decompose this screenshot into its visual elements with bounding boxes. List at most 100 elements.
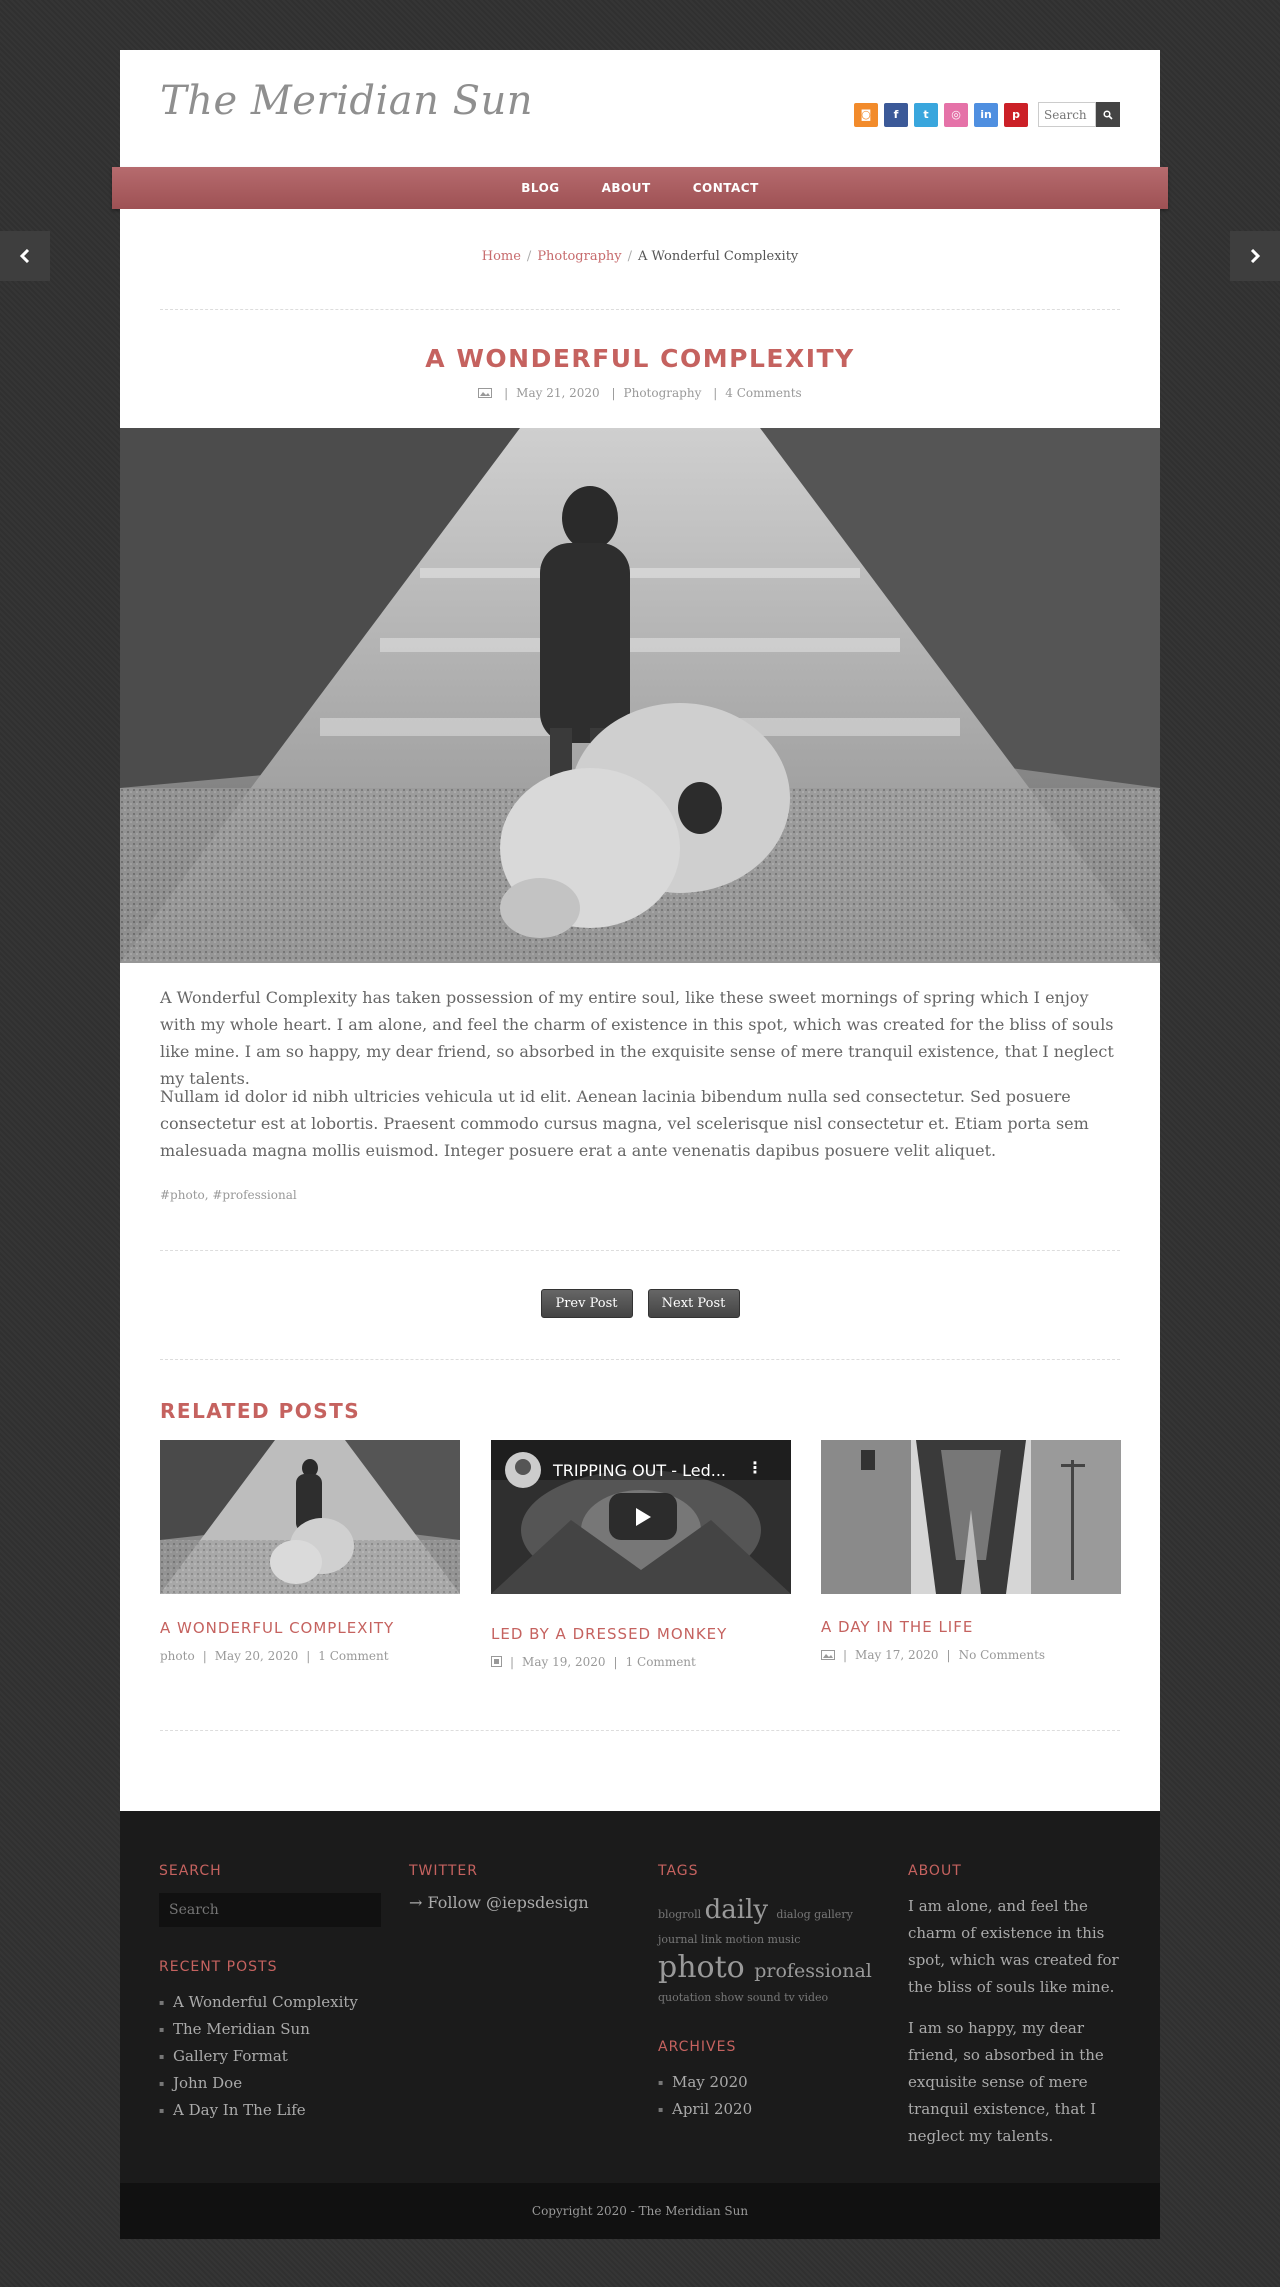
related-post-card: TRIPPING OUT - Led... ⋮ LED BY A DRESSED… [491, 1440, 791, 1669]
play-icon [636, 1507, 651, 1526]
twitter-icon[interactable]: t [914, 102, 938, 127]
related-post-title[interactable]: A WONDERFUL COMPLEXITY [160, 1619, 460, 1637]
divider [160, 1730, 1120, 1731]
breadcrumb-home[interactable]: Home [482, 249, 521, 264]
tag-link[interactable]: show [715, 1991, 747, 2004]
recent-post-link[interactable]: A Day In The Life [159, 2097, 381, 2124]
post-paragraph-1: A Wonderful Complexity has taken possess… [160, 988, 1114, 1088]
prev-post-button[interactable]: Prev Post [540, 1289, 633, 1318]
tag-link[interactable]: daily [705, 1895, 777, 1925]
twitter-follow-link[interactable]: → Follow @iepsdesign [409, 1893, 589, 1912]
tag-link[interactable]: professional [754, 1960, 872, 1982]
more-options-icon[interactable]: ⋮ [747, 1458, 763, 1477]
footer-col-tags: TAGS blogroll daily dialog gallery journ… [658, 1863, 880, 2123]
tag-link[interactable]: sound [747, 1991, 784, 2004]
tag-link[interactable]: gallery [814, 1908, 853, 1921]
footer-col-search: SEARCH RECENT POSTS A Wonderful Complexi… [159, 1863, 381, 2124]
breadcrumb-category[interactable]: Photography [537, 249, 621, 264]
related-post-comments[interactable]: 1 Comment [318, 1649, 388, 1663]
tag-link[interactable]: blogroll [658, 1908, 705, 1921]
search-icon [1103, 109, 1113, 120]
recent-post-link[interactable]: A Wonderful Complexity [159, 1989, 381, 2016]
about-paragraph-2: I am so happy, my dear friend, so absorb… [908, 2019, 1104, 2145]
post-comments[interactable]: 4 Comments [725, 386, 801, 400]
nav-contact[interactable]: CONTACT [693, 181, 759, 195]
breadcrumb-current: A Wonderful Complexity [638, 249, 799, 264]
video-format-icon [491, 1656, 502, 1667]
breadcrumb: Home / Photography / A Wonderful Complexity [481, 249, 799, 264]
prev-slide-arrow[interactable] [0, 231, 50, 281]
divider [160, 309, 1120, 310]
social-icons: ◙ f t ◎ in p [854, 102, 1120, 127]
play-button[interactable] [609, 1493, 677, 1540]
archive-link[interactable]: April 2020 [658, 2096, 880, 2123]
related-post-meta: photo | May 20, 2020 | 1 Comment [160, 1649, 389, 1663]
main-content: Home / Photography / A Wonderful Complexity … [120, 209, 1160, 1811]
chevron-right-icon [1250, 249, 1261, 263]
header-search [1038, 102, 1120, 127]
related-post-format: photo [160, 1649, 195, 1663]
related-post-title[interactable]: LED BY A DRESSED MONKEY [491, 1625, 791, 1643]
tags-heading: TAGS [658, 1863, 699, 1879]
facebook-icon[interactable]: f [884, 102, 908, 127]
dribbble-icon[interactable]: ◎ [944, 102, 968, 127]
main-nav: BLOG ABOUT CONTACT [112, 167, 1168, 209]
related-post-card: A WONDERFUL COMPLEXITY photo | May 20, 202… [160, 1440, 460, 1663]
related-post-thumbnail[interactable] [821, 1440, 1121, 1594]
post-meta: | May 21, 2020 | Photography | 4 Comments [120, 386, 1160, 400]
video-title: TRIPPING OUT - Led... [553, 1461, 726, 1480]
post-tags[interactable]: #photo, #professional [160, 1188, 297, 1202]
recent-posts-list: A Wonderful Complexity The Meridian Sun … [159, 1989, 381, 2124]
related-post-title[interactable]: A DAY IN THE LIFE [821, 1618, 1121, 1636]
linkedin-icon[interactable]: in [974, 102, 998, 127]
tag-link[interactable]: journal [658, 1933, 701, 1946]
related-posts-heading: RELATED POSTS [160, 1399, 361, 1423]
archives-heading: ARCHIVES [658, 2039, 737, 2055]
post-paragraph-2: Nullam id dolor id nibh ultricies vehicu… [160, 1087, 1089, 1160]
post-category[interactable]: Photography [624, 386, 702, 400]
nav-blog[interactable]: BLOG [521, 181, 559, 195]
pinterest-icon[interactable]: p [1004, 102, 1028, 127]
tag-link[interactable]: tv [784, 1991, 798, 2004]
archive-link[interactable]: May 2020 [658, 2069, 880, 2096]
next-post-button[interactable]: Next Post [647, 1289, 740, 1318]
rss-icon[interactable]: ◙ [854, 102, 878, 127]
post-date: May 21, 2020 [516, 386, 600, 400]
related-post-card: A DAY IN THE LIFE | May 17, 2020 | No Comme… [821, 1440, 1121, 1662]
tag-link[interactable]: quotation [658, 1991, 715, 2004]
recent-post-link[interactable]: Gallery Format [159, 2043, 381, 2070]
divider [160, 1250, 1120, 1251]
video-embed[interactable]: TRIPPING OUT - Led... ⋮ [491, 1440, 791, 1594]
related-post-date: May 17, 2020 [855, 1648, 939, 1662]
related-post-comments[interactable]: 1 Comment [626, 1655, 696, 1669]
footer-search-input[interactable] [159, 1893, 381, 1927]
tag-link[interactable]: motion [725, 1933, 767, 1946]
related-post-thumbnail[interactable] [160, 1440, 460, 1594]
nav-about[interactable]: ABOUT [602, 181, 651, 195]
tag-link[interactable]: dialog [776, 1908, 814, 1921]
tag-link[interactable]: photo [658, 1950, 754, 1985]
archives-list: May 2020 April 2020 [658, 2069, 880, 2123]
search-button[interactable] [1096, 102, 1120, 127]
recent-post-link[interactable]: John Doe [159, 2070, 381, 2097]
tag-link[interactable]: link [701, 1933, 725, 1946]
featured-image [120, 428, 1160, 963]
image-format-icon [478, 388, 493, 398]
recent-post-link[interactable]: The Meridian Sun [159, 2016, 381, 2043]
page-wrapper: The Meridian Sun ◙ f t ◎ in p BLOG ABOUT… [112, 50, 1168, 209]
tag-link[interactable]: music [768, 1933, 801, 1946]
site-footer: SEARCH RECENT POSTS A Wonderful Complexi… [120, 1811, 1160, 2183]
site-logo[interactable]: The Meridian Sun [160, 78, 533, 124]
related-post-meta: | May 19, 2020 | 1 Comment [491, 1655, 791, 1669]
related-post-meta: | May 17, 2020 | No Comments [821, 1648, 1121, 1662]
next-slide-arrow[interactable] [1230, 231, 1280, 281]
about-heading: ABOUT [908, 1863, 962, 1879]
footer-search-heading: SEARCH [159, 1863, 222, 1879]
related-post-comments[interactable]: No Comments [959, 1648, 1046, 1662]
twitter-heading: TWITTER [409, 1863, 478, 1879]
header-search-input[interactable] [1038, 102, 1096, 127]
recent-posts-heading: RECENT POSTS [159, 1959, 278, 1975]
related-post-date: May 20, 2020 [214, 1649, 299, 1663]
footer-col-twitter: TWITTER → Follow @iepsdesign [409, 1863, 631, 1912]
tag-link[interactable]: video [798, 1991, 828, 2004]
